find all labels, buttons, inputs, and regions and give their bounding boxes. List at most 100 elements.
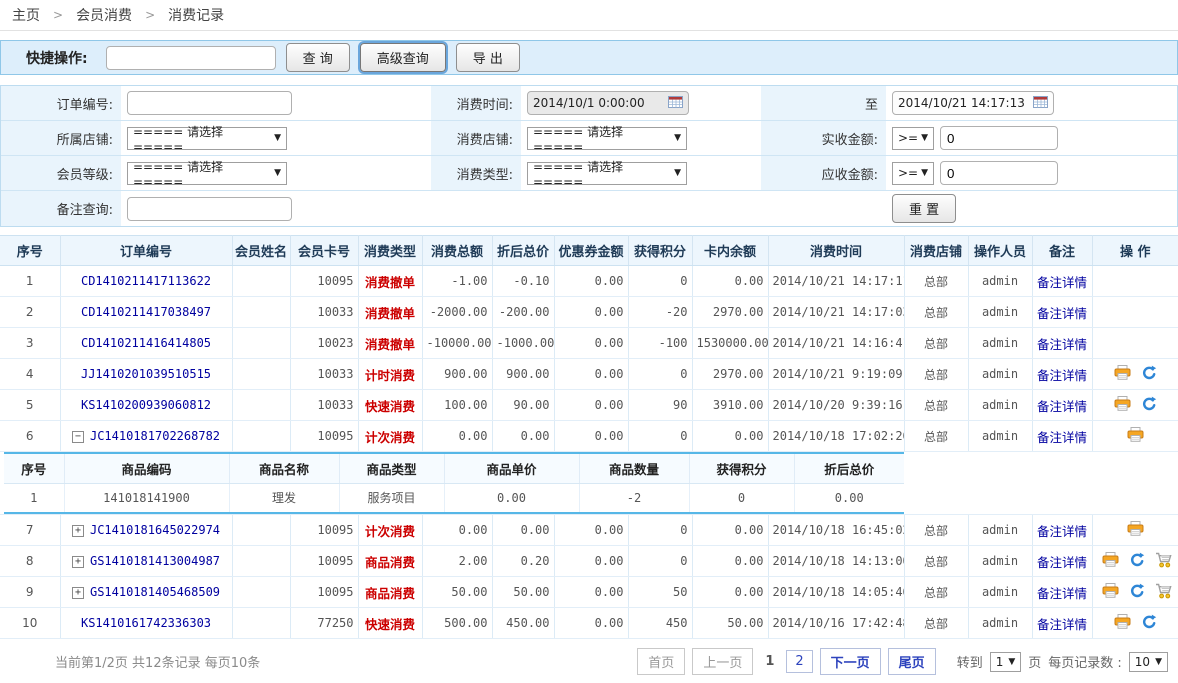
order-no-input[interactable] (127, 91, 292, 115)
table-row: 5KS141020093906081210033快速消费100.0090.000… (0, 390, 1178, 421)
remark-cell: 备注详情 (1032, 608, 1092, 639)
remark-detail-link[interactable]: 备注详情 (1037, 617, 1087, 632)
consume-time: 2014/10/21 14:17:03 (768, 297, 904, 328)
row-number: 4 (0, 359, 60, 390)
remark-detail-link[interactable]: 备注详情 (1037, 430, 1087, 445)
member-level-select[interactable]: ===== 请选择 =====▼ (127, 162, 287, 185)
own-store-select[interactable]: ===== 请选择 =====▼ (127, 127, 287, 150)
print-icon[interactable] (1102, 583, 1119, 601)
remark-detail-link[interactable]: 备注详情 (1037, 306, 1087, 321)
consume-type-select[interactable]: ===== 请选择 =====▼ (527, 162, 687, 185)
remark-detail-link[interactable]: 备注详情 (1037, 275, 1087, 290)
remark-detail-link[interactable]: 备注详情 (1037, 337, 1087, 352)
undo-icon[interactable] (1129, 552, 1145, 571)
order-no-link[interactable]: CD1410211416414805 (81, 336, 211, 350)
receivable-amount-input[interactable] (940, 161, 1058, 185)
card-balance: 0.00 (692, 266, 768, 297)
order-no-cell: CD1410211417113622 (60, 266, 232, 297)
print-icon[interactable] (1114, 365, 1131, 383)
print-icon[interactable] (1114, 396, 1131, 414)
calendar-icon[interactable] (1033, 95, 1048, 111)
row-number: 9 (0, 577, 60, 608)
consume-time: 2014/10/21 9:19:09 (768, 359, 904, 390)
total-amount: 100.00 (422, 390, 492, 421)
remark-detail-link[interactable]: 备注详情 (1037, 555, 1087, 570)
remark-query-input[interactable] (127, 197, 292, 221)
quick-search-input[interactable] (106, 46, 276, 70)
page-number-link[interactable]: 2 (786, 650, 812, 673)
receivable-amount-operator-select[interactable]: >=▼ (892, 162, 934, 185)
order-no-link[interactable]: JJ1410201039510515 (81, 367, 211, 381)
undo-icon[interactable] (1141, 614, 1157, 633)
order-no-link[interactable]: GS1410181405468509 (90, 585, 220, 599)
print-icon[interactable] (1102, 552, 1119, 570)
filter-row-2: 所属店铺: ===== 请选择 =====▼ 消费店铺: ===== 请选择 =… (1, 121, 1177, 156)
order-no-link[interactable]: GS1410181413004987 (90, 554, 220, 568)
cart-icon[interactable] (1155, 552, 1173, 571)
calendar-icon[interactable] (668, 95, 683, 111)
actual-amount-operator-select[interactable]: >=▼ (892, 127, 934, 150)
print-icon[interactable] (1114, 614, 1131, 632)
breadcrumb-home[interactable]: 主页 (12, 5, 40, 25)
undo-icon[interactable] (1141, 396, 1157, 415)
actions-cell (1092, 608, 1178, 639)
member-card-no: 10095 (290, 266, 358, 297)
breadcrumb-member-consume[interactable]: 会员消费 (76, 5, 132, 25)
print-icon[interactable] (1127, 521, 1144, 539)
own-store-label: 所属店铺: (1, 121, 121, 155)
remark-detail-link[interactable]: 备注详情 (1037, 368, 1087, 383)
table-row: 9+GS141018140546850910095商品消费50.0050.000… (0, 577, 1178, 608)
advanced-query-button[interactable]: 高级查询 (360, 43, 446, 72)
column-header-10: 消费时间 (768, 236, 904, 266)
order-no-link[interactable]: KS1410200939060812 (81, 398, 211, 412)
table-row: 7+JC141018164502297410095计次消费0.000.000.0… (0, 515, 1178, 546)
actions-cell (1092, 297, 1178, 328)
actions-cell (1092, 421, 1178, 452)
order-no-link[interactable]: JC1410181645022974 (90, 523, 220, 537)
total-amount: 0.00 (422, 421, 492, 452)
column-header-12: 操作人员 (968, 236, 1032, 266)
subtable-cell-6: 0 (689, 483, 794, 513)
consume-time-from-input[interactable]: 2014/10/1 0:00:00 (527, 91, 689, 115)
per-page-select[interactable]: 10▼ (1129, 652, 1168, 672)
order-no-cell: CD1410211416414805 (60, 328, 232, 359)
remark-detail-link[interactable]: 备注详情 (1037, 399, 1087, 414)
consume-type: 消费撤单 (358, 297, 422, 328)
export-button[interactable]: 导 出 (456, 43, 520, 72)
goto-page-select[interactable]: 1▼ (990, 652, 1022, 672)
breadcrumb: 主页 > 会员消费 > 消费记录 (0, 0, 1178, 31)
consume-time: 2014/10/21 14:17:11 (768, 266, 904, 297)
actual-amount-input[interactable] (940, 126, 1058, 150)
consume-store-select[interactable]: ===== 请选择 =====▼ (527, 127, 687, 150)
current-page-number: 1 (760, 651, 779, 672)
remark-detail-link[interactable]: 备注详情 (1037, 586, 1087, 601)
undo-icon[interactable] (1141, 365, 1157, 384)
expand-toggle-icon[interactable]: + (72, 556, 84, 568)
order-no-link[interactable]: JC1410181702268782 (90, 429, 220, 443)
order-no-link[interactable]: CD1410211417113622 (81, 274, 211, 288)
row-number: 10 (0, 608, 60, 639)
query-button[interactable]: 查 询 (286, 43, 350, 72)
consume-time-to-input[interactable]: 2014/10/21 14:17:13 (892, 91, 1054, 115)
member-name (232, 328, 290, 359)
expand-toggle-icon[interactable]: + (72, 525, 84, 537)
row-number: 5 (0, 390, 60, 421)
order-no-link[interactable]: KS1410161742336303 (81, 616, 211, 630)
remark-detail-link[interactable]: 备注详情 (1037, 524, 1087, 539)
card-balance: 2970.00 (692, 359, 768, 390)
subtable-column-header-5: 商品数量 (579, 453, 689, 483)
print-icon[interactable] (1127, 427, 1144, 445)
cart-icon[interactable] (1155, 583, 1173, 602)
undo-icon[interactable] (1129, 583, 1145, 602)
last-page-button[interactable]: 尾页 (888, 648, 936, 675)
quick-action-label: 快捷操作: (26, 48, 88, 68)
reset-button[interactable]: 重 置 (892, 194, 956, 223)
collapse-toggle-icon[interactable]: − (72, 431, 84, 443)
order-no-link[interactable]: CD1410211417038497 (81, 305, 211, 319)
next-page-button[interactable]: 下一页 (820, 648, 881, 675)
expand-toggle-icon[interactable]: + (72, 587, 84, 599)
discounted-amount: 450.00 (492, 608, 554, 639)
quick-action-bar: 快捷操作: 查 询 高级查询 导 出 (0, 40, 1178, 75)
row-number: 8 (0, 546, 60, 577)
operator: admin (968, 577, 1032, 608)
